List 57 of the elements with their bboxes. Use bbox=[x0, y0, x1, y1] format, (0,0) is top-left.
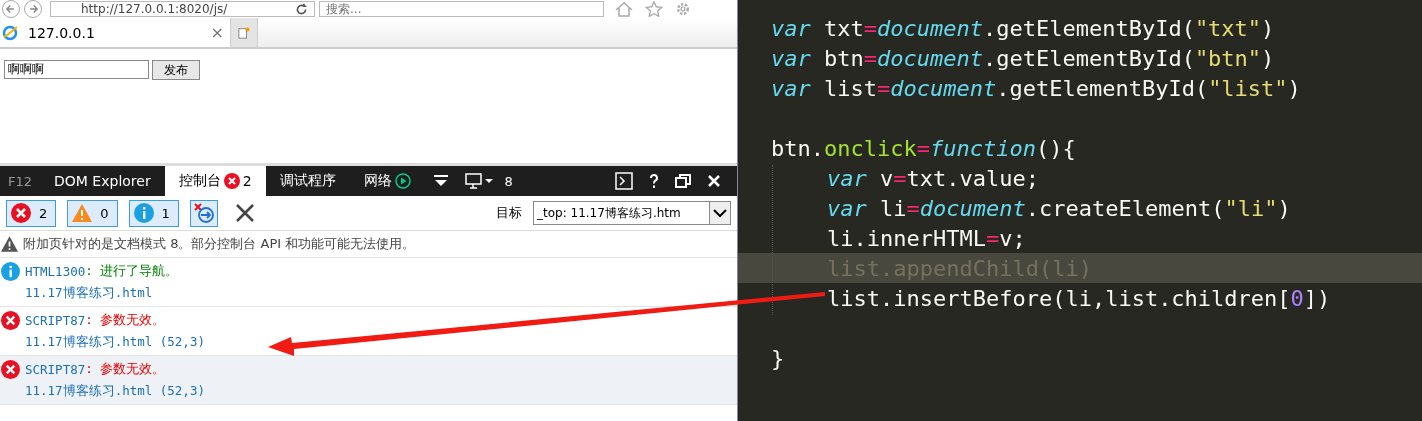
code-line: var v=txt.value; bbox=[826, 164, 1039, 193]
message-code: HTML1300 bbox=[25, 263, 86, 279]
message-text: : 进行了导航。 bbox=[85, 262, 179, 280]
devtools-tab[interactable]: 控制台 2 bbox=[164, 166, 266, 196]
code-line: li.innerHTML=v; bbox=[826, 224, 1026, 253]
publish-button[interactable]: 发布 bbox=[152, 60, 200, 80]
code-line: var li=document.createElement("li") bbox=[826, 194, 1291, 223]
target-label: 目标 bbox=[496, 204, 522, 222]
message-text: 附加页针对的是文档模式 8。部分控制台 API 和功能可能无法使用。 bbox=[23, 235, 416, 253]
message-code: SCRIPT87 bbox=[25, 361, 86, 377]
dropdown-icon[interactable] bbox=[432, 174, 449, 188]
close-tab-button[interactable]: × bbox=[210, 23, 224, 42]
code-line: var list=document.getElementById("list") bbox=[770, 74, 1301, 103]
console-icon[interactable] bbox=[615, 172, 633, 190]
code-line: var btn=document.getElementById("btn") bbox=[770, 44, 1275, 73]
address-field[interactable]: http://127.0.0.1:8020/js/ bbox=[50, 1, 315, 17]
code-line: btn.onclick=function(){ bbox=[770, 134, 1076, 163]
chevron-down-icon bbox=[713, 208, 727, 218]
message-text: : 参数无效。 bbox=[85, 311, 166, 329]
filter-button[interactable]: 2 bbox=[6, 199, 57, 227]
star-icon[interactable] bbox=[644, 1, 664, 17]
globe-icon bbox=[2, 24, 18, 41]
error-icon bbox=[1, 359, 20, 379]
help-icon[interactable] bbox=[649, 173, 659, 189]
document-mode[interactable]: 8 bbox=[504, 173, 513, 189]
code-line: var txt=document.getElementById("txt") bbox=[770, 14, 1275, 43]
error-icon bbox=[223, 173, 240, 189]
code-line: list.insertBefore(li,list.children[0]) bbox=[826, 284, 1331, 313]
filter-button[interactable]: 0 bbox=[67, 199, 118, 227]
tab-title: 127.0.0.1 bbox=[28, 24, 96, 41]
console-message[interactable]: SCRIPT87: 参数无效。 11.17博客练习.html (52,3) bbox=[0, 356, 737, 405]
source-link[interactable]: 11.17博客练习.html (52,3) bbox=[25, 333, 205, 351]
refresh-icon[interactable] bbox=[295, 2, 308, 16]
search-field[interactable]: 搜索... bbox=[319, 1, 604, 17]
source-link[interactable]: 11.17博客练习.html bbox=[25, 284, 153, 302]
source-link[interactable]: 11.17博客练习.html (52,3) bbox=[25, 382, 205, 400]
warning-icon bbox=[72, 203, 93, 223]
new-tab-icon bbox=[238, 26, 250, 39]
play-icon bbox=[394, 173, 411, 189]
devtools-tab[interactable]: 调试程序 bbox=[265, 166, 350, 196]
close-icon[interactable] bbox=[707, 174, 721, 188]
message-text: : 参数无效。 bbox=[85, 360, 166, 378]
code-line: } bbox=[770, 344, 785, 373]
filter-button[interactable]: 1 bbox=[128, 199, 179, 227]
console-message[interactable]: 附加页针对的是文档模式 8。部分控制台 API 和功能可能无法使用。 bbox=[0, 231, 737, 258]
target-select[interactable]: _top: 11.17博客练习.htm bbox=[533, 201, 731, 225]
devtools-tab[interactable]: 网络 bbox=[349, 166, 425, 196]
monitor-icon[interactable] bbox=[464, 173, 495, 189]
error-icon bbox=[11, 203, 31, 223]
clear-on-navigate-button[interactable] bbox=[189, 199, 218, 227]
devtools-logo: F12 bbox=[7, 173, 34, 189]
restore-icon[interactable] bbox=[675, 173, 691, 189]
info-icon bbox=[133, 203, 154, 223]
devtools-tab[interactable]: DOM Explorer bbox=[40, 166, 165, 196]
text-input[interactable]: 啊啊啊 bbox=[4, 60, 149, 79]
message-code: SCRIPT87 bbox=[25, 312, 86, 328]
clear-icon[interactable] bbox=[234, 203, 255, 223]
